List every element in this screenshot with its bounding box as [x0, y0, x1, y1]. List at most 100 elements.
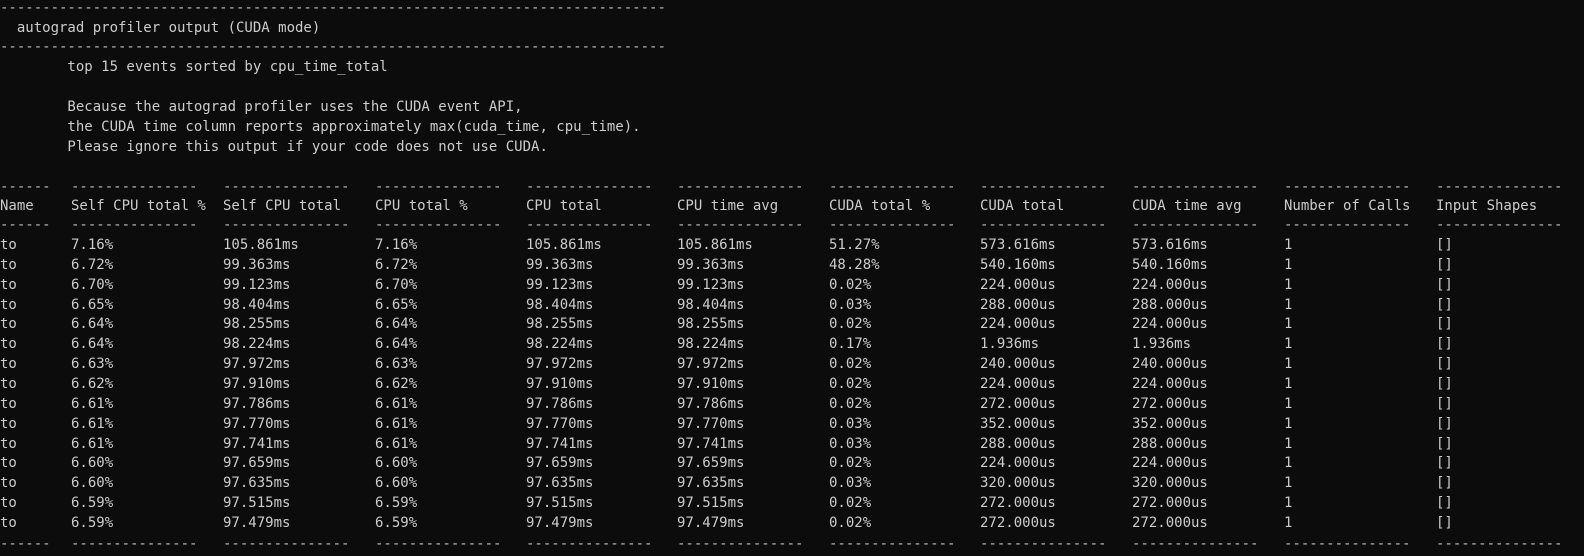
cell-self-cpu-total: 97.659ms: [223, 455, 291, 472]
table-row: to 6.63% 97.972ms 6.63% 97.972ms 97.972ms 0.02…: [0, 354, 1584, 374]
separator-input-shapes: ---------------: [1436, 217, 1563, 233]
cell-cuda-total: 288.000us: [980, 435, 1056, 452]
cell-self-cpu-total: 98.224ms: [223, 336, 291, 353]
cell-cpu-total: 97.770ms: [526, 415, 594, 432]
cell-cuda-total: 224.000us: [980, 316, 1056, 333]
table-row: to 6.70% 99.123ms 6.70% 99.123ms 99.123ms 0.02…: [0, 275, 1584, 295]
cell-cuda-total: 540.160ms: [980, 256, 1056, 273]
cell-num-calls: 1: [1284, 475, 1293, 492]
separator-self-cpu-pct: ---------------: [71, 536, 198, 552]
separator-cpu-time-avg: ---------------: [677, 536, 804, 552]
cell-input-shapes: []: [1436, 475, 1453, 492]
cell-num-calls: 1: [1284, 336, 1293, 353]
cell-cuda-total: 1.936ms: [980, 336, 1040, 353]
table-row: to 6.64% 98.224ms 6.64% 98.224ms 98.224ms 0.17…: [0, 334, 1584, 354]
cell-self-cpu-pct: 6.64%: [71, 336, 114, 353]
cell-cuda-total-pct: 0.02%: [829, 514, 872, 531]
cell-cuda-time-avg: 224.000us: [1132, 316, 1208, 333]
cell-cpu-total: 98.224ms: [526, 336, 594, 353]
cell-cuda-time-avg: 320.000us: [1132, 475, 1208, 492]
cell-cpu-total-pct: 6.64%: [375, 336, 418, 353]
cell-input-shapes: []: [1436, 296, 1453, 313]
cell-self-cpu-total: 99.363ms: [223, 256, 291, 273]
separator-cuda-total: ---------------: [980, 217, 1107, 233]
cell-cpu-total: 105.861ms: [526, 237, 602, 253]
cell-num-calls: 1: [1284, 296, 1293, 313]
cell-cuda-total: 573.616ms: [980, 237, 1056, 253]
cell-cuda-total-pct: 0.02%: [829, 455, 872, 472]
cell-cpu-time-avg: 97.741ms: [677, 435, 745, 452]
cell-num-calls: 1: [1284, 435, 1293, 452]
cell-input-shapes: []: [1436, 415, 1453, 432]
cell-name: to: [0, 237, 17, 253]
cell-name: to: [0, 395, 17, 412]
cell-cpu-time-avg: 98.404ms: [677, 296, 745, 313]
table-row: to 6.59% 97.515ms 6.59% 97.515ms 97.515ms 0.02…: [0, 493, 1584, 513]
cell-cuda-total: 320.000us: [980, 475, 1056, 492]
table-row: to 6.64% 98.255ms 6.64% 98.255ms 98.255ms 0.02…: [0, 314, 1584, 334]
separator-cpu-time-avg: ---------------: [677, 179, 804, 195]
cell-name: to: [0, 514, 17, 531]
cell-cpu-total: 97.972ms: [526, 356, 594, 373]
cell-cuda-total: 240.000us: [980, 356, 1056, 373]
cell-cpu-total: 97.515ms: [526, 495, 594, 512]
cell-cpu-total: 98.255ms: [526, 316, 594, 333]
cell-cpu-total: 97.786ms: [526, 395, 594, 412]
cell-self-cpu-total: 97.479ms: [223, 514, 291, 531]
table-row: to 6.62% 97.910ms 6.62% 97.910ms 97.910ms 0.02…: [0, 374, 1584, 394]
cell-name: to: [0, 475, 17, 492]
cell-name: to: [0, 276, 17, 293]
header-separator-bottom: ------ --------------- --------------- ----…: [0, 215, 1584, 235]
header-cpu-total: CPU total: [526, 198, 602, 214]
cell-input-shapes: []: [1436, 514, 1453, 531]
cell-num-calls: 1: [1284, 276, 1293, 293]
separator-cpu-total: ---------------: [526, 179, 653, 195]
cell-cpu-total-pct: 6.61%: [375, 395, 418, 412]
cell-name: to: [0, 435, 17, 452]
cell-cpu-total-pct: 6.62%: [375, 375, 418, 392]
cell-cpu-time-avg: 97.770ms: [677, 415, 745, 432]
cell-cpu-total: 97.741ms: [526, 435, 594, 452]
cell-input-shapes: []: [1436, 395, 1453, 412]
cell-self-cpu-total: 97.515ms: [223, 495, 291, 512]
cell-cpu-total-pct: 6.72%: [375, 256, 418, 273]
cell-cpu-total-pct: 6.60%: [375, 475, 418, 492]
cell-self-cpu-pct: 6.61%: [71, 415, 114, 432]
cell-self-cpu-pct: 6.59%: [71, 514, 114, 531]
separator-cuda-total-pct: ---------------: [829, 536, 956, 552]
separator-self-cpu-pct: ---------------: [71, 179, 198, 195]
table-row: to 6.60% 97.635ms 6.60% 97.635ms 97.635ms 0.03…: [0, 473, 1584, 493]
cell-num-calls: 1: [1284, 316, 1293, 333]
cell-cuda-total: 272.000us: [980, 395, 1056, 412]
cell-input-shapes: []: [1436, 256, 1453, 273]
cell-cuda-time-avg: 272.000us: [1132, 495, 1208, 512]
cell-name: to: [0, 256, 17, 273]
cell-cpu-total: 97.635ms: [526, 475, 594, 492]
cell-self-cpu-pct: 6.65%: [71, 296, 114, 313]
separator-cpu-total-pct: ---------------: [375, 536, 502, 552]
cell-self-cpu-pct: 6.63%: [71, 356, 114, 373]
cell-cuda-total: 224.000us: [980, 276, 1056, 293]
cell-name: to: [0, 356, 17, 373]
separator-self-cpu-total: ---------------: [223, 179, 350, 195]
cell-cpu-total: 98.404ms: [526, 296, 594, 313]
cell-input-shapes: []: [1436, 336, 1453, 353]
cell-input-shapes: []: [1436, 356, 1453, 373]
cell-cuda-total-pct: 0.03%: [829, 415, 872, 432]
terminal-window: ----------------------------------------…: [0, 0, 1584, 556]
separator-num-calls: ---------------: [1284, 217, 1411, 233]
cell-self-cpu-total: 97.910ms: [223, 375, 291, 392]
title-rule: ----------------------------------------…: [0, 39, 666, 55]
cell-cuda-total-pct: 48.28%: [829, 256, 880, 273]
cell-cuda-time-avg: 224.000us: [1132, 455, 1208, 472]
cell-name: to: [0, 375, 17, 392]
cell-cpu-time-avg: 97.972ms: [677, 356, 745, 373]
separator-name: ------: [0, 217, 51, 233]
header-input-shapes: Input Shapes: [1436, 198, 1538, 214]
table-separator-end: ------ --------------- --------------- ----…: [0, 534, 1584, 554]
cell-self-cpu-pct: 7.16%: [71, 237, 114, 253]
cell-self-cpu-total: 98.255ms: [223, 316, 291, 333]
cell-cpu-total: 97.659ms: [526, 455, 594, 472]
cell-cuda-time-avg: 272.000us: [1132, 514, 1208, 531]
separator-name: ------: [0, 536, 51, 552]
